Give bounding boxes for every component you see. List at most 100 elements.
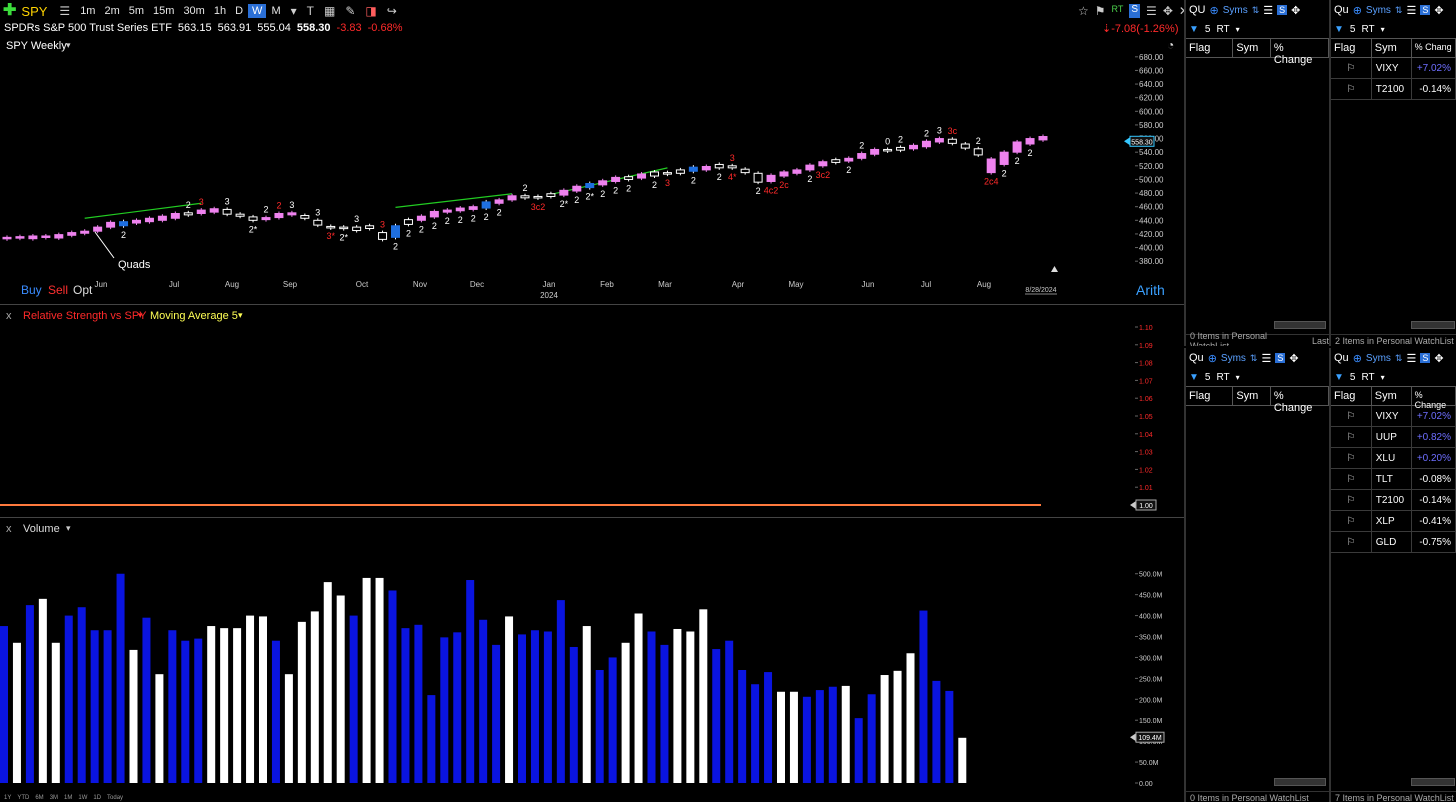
column-header[interactable]: Sym (1233, 387, 1271, 405)
list-icon[interactable]: ☰ (55, 4, 74, 18)
flag-icon[interactable]: ⚐ (1331, 427, 1372, 447)
range-3m[interactable]: 3M (50, 795, 58, 801)
move-icon[interactable]: ✥ (1289, 352, 1298, 365)
range-1y[interactable]: 1Y (4, 795, 11, 801)
eraser-icon[interactable]: ◨ (361, 4, 380, 18)
pencil-icon[interactable]: ✎ (341, 4, 359, 18)
range-1w[interactable]: 1W (78, 795, 87, 801)
scrollbar[interactable] (1274, 778, 1326, 786)
s-link-icon[interactable]: S (1277, 5, 1288, 15)
flag-icon[interactable]: ⚐ (1331, 511, 1372, 531)
column-header[interactable]: % Change (1271, 387, 1329, 414)
watchlist-title[interactable]: Qu (1334, 4, 1349, 16)
watchlist-title[interactable]: QU (1189, 4, 1206, 16)
watchlist-row[interactable]: ⚐ TLT -0.08% (1331, 469, 1456, 490)
watchlist-row[interactable]: ⚐ T2100 -0.14% (1331, 490, 1456, 511)
interval-1m[interactable]: 1m (76, 4, 99, 18)
filter-icon[interactable]: ▼ (1189, 24, 1199, 35)
buy-button[interactable]: Buy (21, 283, 42, 297)
s-link-icon[interactable]: S (1129, 4, 1141, 18)
watchlist-row[interactable]: ⚐ VIXY +7.02% (1331, 58, 1456, 79)
column-header[interactable]: Flag (1331, 39, 1372, 57)
column-header[interactable]: Flag (1186, 39, 1234, 57)
s-link-icon[interactable]: S (1275, 353, 1286, 363)
star-icon[interactable]: ☆ (1078, 4, 1089, 18)
menu-icon[interactable]: ☰ (1406, 4, 1416, 17)
sort-icon[interactable]: ⇅ (1395, 353, 1403, 364)
column-header[interactable]: % Change (1412, 387, 1456, 410)
column-header[interactable]: % Chang (1412, 39, 1456, 57)
chevron-down-icon[interactable]: ▾ (1236, 25, 1240, 34)
column-header[interactable]: Flag (1186, 387, 1234, 405)
watchlist-title[interactable]: Qu (1334, 352, 1349, 364)
watchlist-row[interactable]: ⚐ XLP -0.41% (1331, 511, 1456, 532)
range-6m[interactable]: 6M (35, 795, 43, 801)
move-icon[interactable]: ✥ (1434, 352, 1443, 365)
column-count[interactable]: 5 (1350, 372, 1356, 383)
share-icon[interactable]: ↪ (383, 4, 401, 18)
column-count[interactable]: 5 (1205, 372, 1211, 383)
price-chart[interactable]: 680.00660.00640.00620.00600.00580.00560.… (0, 36, 1184, 305)
interval-15m[interactable]: 15m (149, 4, 178, 18)
syms-label[interactable]: Syms (1366, 353, 1391, 364)
rt-selector[interactable]: RT (1361, 24, 1374, 35)
rs-chart[interactable]: 1.10 1.09 1.08 1.07 1.06 1.05 1.04 1.03 1.02 1.01… (0, 306, 1184, 518)
syms-label[interactable]: Syms (1223, 5, 1248, 16)
sort-icon[interactable]: ⇅ (1252, 5, 1260, 16)
rt-icon[interactable]: RT (1112, 4, 1124, 18)
filter-icon[interactable]: ▼ (1334, 24, 1344, 35)
flag-icon[interactable]: ⚐ (1331, 469, 1372, 489)
chevron-down-icon[interactable]: ▾ (1381, 25, 1385, 34)
volume-chart[interactable]: 500.0M 450.0M 400.0M 350.0M 300.0M 250.0M 200.… (0, 519, 1184, 802)
column-header[interactable]: Sym (1372, 387, 1412, 405)
interval-5m[interactable]: 5m (125, 4, 148, 18)
flag-icon[interactable]: ⚐ (1331, 58, 1372, 78)
rt-selector[interactable]: RT (1216, 372, 1229, 383)
range-ytd[interactable]: YTD (17, 795, 29, 801)
add-symbol-icon[interactable]: ⊕ (1208, 352, 1217, 365)
flag-icon[interactable]: ⚐ (1331, 79, 1372, 99)
scrollbar[interactable] (1411, 778, 1455, 786)
add-symbol-icon[interactable]: ✚ (3, 3, 16, 19)
range-1m[interactable]: 1M (64, 795, 72, 801)
watchlist-row[interactable]: ⚐ GLD -0.75% (1331, 532, 1456, 553)
filter-icon[interactable]: ▼ (1334, 372, 1344, 383)
watchlist-row[interactable]: ⚐ UUP +0.82% (1331, 427, 1456, 448)
move-icon[interactable]: ✥ (1291, 4, 1300, 17)
menu-icon[interactable]: ☰ (1406, 352, 1416, 365)
scale-mode[interactable]: Arith (1136, 282, 1165, 298)
rt-selector[interactable]: RT (1361, 372, 1374, 383)
column-header[interactable]: Sym (1233, 39, 1271, 57)
interval-1h[interactable]: 1h (210, 4, 230, 18)
interval-m[interactable]: M (267, 4, 284, 18)
flag-icon[interactable]: ⚐ (1331, 448, 1372, 468)
column-count[interactable]: 5 (1205, 24, 1211, 35)
sell-button[interactable]: Sell (48, 283, 68, 297)
volume-pane[interactable]: x Volume ▾ 500.0M 450.0M 400.0M 350.0M 300.0… (0, 519, 1184, 802)
menu-icon[interactable]: ☰ (1263, 4, 1273, 17)
chevron-down-icon[interactable]: ▾ (287, 4, 301, 18)
relative-strength-pane[interactable]: x Relative Strength vs SPY ▾ Moving Aver… (0, 306, 1184, 518)
chevron-down-icon[interactable]: ▾ (1236, 373, 1240, 382)
syms-label[interactable]: Syms (1221, 353, 1246, 364)
interval-2m[interactable]: 2m (100, 4, 123, 18)
sort-icon[interactable]: ⇅ (1395, 5, 1403, 16)
chevron-down-icon[interactable]: ▾ (1381, 373, 1385, 382)
move-icon[interactable]: ✥ (1163, 4, 1173, 18)
move-icon[interactable]: ✥ (1434, 4, 1443, 17)
watchlist-title[interactable]: Qu (1189, 352, 1204, 364)
menu-icon[interactable]: ☰ (1261, 352, 1271, 365)
s-link-icon[interactable]: S (1420, 5, 1431, 15)
flag-icon[interactable]: ⚐ (1331, 490, 1372, 510)
s-link-icon[interactable]: S (1420, 353, 1431, 363)
scrollbar[interactable] (1274, 321, 1326, 329)
add-symbol-icon[interactable]: ⊕ (1210, 4, 1219, 17)
range-today[interactable]: Today (107, 795, 123, 801)
opt-button[interactable]: Opt (73, 283, 92, 297)
column-header[interactable]: % Change (1271, 39, 1329, 66)
sort-icon[interactable]: ⇅ (1250, 353, 1258, 364)
calculator-icon[interactable]: ▦ (320, 4, 339, 18)
text-tool-icon[interactable]: T (303, 4, 318, 18)
watchlist-row[interactable]: ⚐ XLU +0.20% (1331, 448, 1456, 469)
symbol-input[interactable]: SPY (21, 4, 47, 19)
